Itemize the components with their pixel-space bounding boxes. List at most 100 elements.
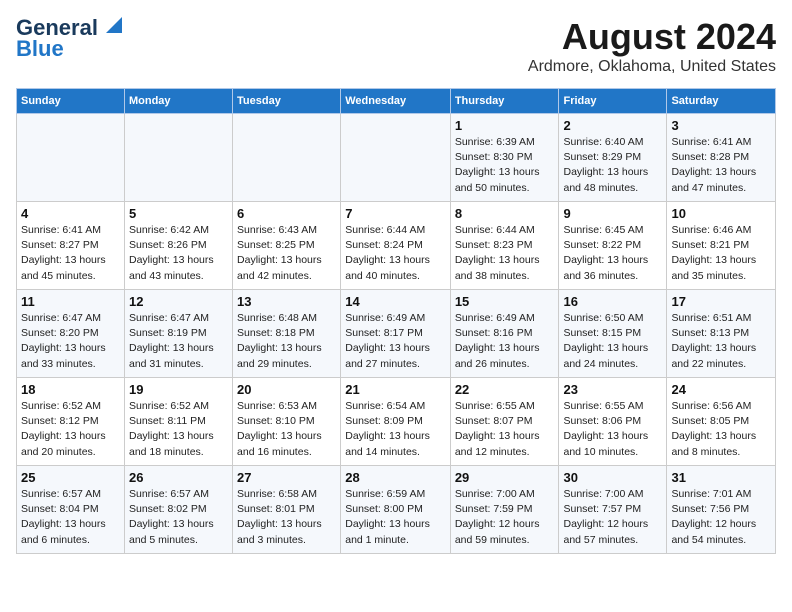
day-number: 19	[129, 382, 228, 397]
day-info: Sunrise: 6:57 AM Sunset: 8:02 PM Dayligh…	[129, 487, 228, 548]
calendar-cell: 8Sunrise: 6:44 AM Sunset: 8:23 PM Daylig…	[450, 202, 559, 290]
calendar-cell: 5Sunrise: 6:42 AM Sunset: 8:26 PM Daylig…	[124, 202, 232, 290]
day-info: Sunrise: 6:44 AM Sunset: 8:24 PM Dayligh…	[345, 223, 446, 284]
day-number: 3	[671, 118, 771, 133]
week-row: 4 Sunrise: 6:41 AM Sunset: 8:27 PM Daylig…	[17, 202, 776, 290]
day-number: 4	[21, 206, 120, 221]
calendar-cell	[17, 114, 125, 202]
day-info: Sunrise: 6:49 AM Sunset: 8:17 PM Dayligh…	[345, 311, 446, 372]
day-info: Sunrise: 6:51 AM Sunset: 8:13 PM Dayligh…	[671, 311, 771, 372]
day-info: Sunrise: 6:49 AM Sunset: 8:16 PM Dayligh…	[455, 311, 555, 372]
calendar-cell: 14 Sunrise: 6:49 AM Sunset: 8:17 PM Dayli…	[341, 290, 451, 378]
day-number: 21	[345, 382, 446, 397]
day-info: Sunrise: 7:00 AM Sunset: 7:57 PM Dayligh…	[563, 487, 662, 548]
calendar-cell: 19 Sunrise: 6:52 AM Sunset: 8:11 PM Dayli…	[124, 378, 232, 466]
calendar-cell: 17 Sunrise: 6:51 AM Sunset: 8:13 PM Dayli…	[667, 290, 776, 378]
calendar-cell: 6 Sunrise: 6:43 AM Sunset: 8:25 PM Daylig…	[233, 202, 341, 290]
calendar-cell: 23 Sunrise: 6:55 AM Sunset: 8:06 PM Dayli…	[559, 378, 667, 466]
day-number: 11	[21, 294, 120, 309]
day-info: Sunrise: 6:47 AM Sunset: 8:20 PM Dayligh…	[21, 311, 120, 372]
day-info: Sunrise: 6:41 AM Sunset: 8:27 PM Dayligh…	[21, 223, 120, 284]
day-number: 20	[237, 382, 336, 397]
calendar-cell: 24 Sunrise: 6:56 AM Sunset: 8:05 PM Dayli…	[667, 378, 776, 466]
day-info: Sunrise: 6:47 AM Sunset: 8:19 PM Dayligh…	[129, 311, 228, 372]
day-number: 31	[671, 470, 771, 485]
day-info: Sunrise: 6:43 AM Sunset: 8:25 PM Dayligh…	[237, 223, 336, 284]
calendar-cell: 21Sunrise: 6:54 AM Sunset: 8:09 PM Dayli…	[341, 378, 451, 466]
day-info: Sunrise: 6:50 AM Sunset: 8:15 PM Dayligh…	[563, 311, 662, 372]
day-info: Sunrise: 6:40 AM Sunset: 8:29 PM Dayligh…	[563, 135, 662, 196]
day-number: 22	[455, 382, 555, 397]
column-header-wednesday: Wednesday	[341, 89, 451, 114]
day-number: 29	[455, 470, 555, 485]
calendar-cell: 15 Sunrise: 6:49 AM Sunset: 8:16 PM Dayli…	[450, 290, 559, 378]
week-row: 11 Sunrise: 6:47 AM Sunset: 8:20 PM Dayli…	[17, 290, 776, 378]
day-number: 15	[455, 294, 555, 309]
day-number: 13	[237, 294, 336, 309]
column-header-saturday: Saturday	[667, 89, 776, 114]
day-number: 28	[345, 470, 446, 485]
day-number: 2	[563, 118, 662, 133]
week-row: 18 Sunrise: 6:52 AM Sunset: 8:12 PM Dayli…	[17, 378, 776, 466]
column-header-thursday: Thursday	[450, 89, 559, 114]
calendar-cell: 16 Sunrise: 6:50 AM Sunset: 8:15 PM Dayli…	[559, 290, 667, 378]
calendar-cell: 9Sunrise: 6:45 AM Sunset: 8:22 PM Daylig…	[559, 202, 667, 290]
day-number: 30	[563, 470, 662, 485]
day-number: 18	[21, 382, 120, 397]
day-number: 23	[563, 382, 662, 397]
day-info: Sunrise: 6:39 AM Sunset: 8:30 PM Dayligh…	[455, 135, 555, 196]
day-number: 8	[455, 206, 555, 221]
calendar-title: August 2024	[528, 16, 776, 58]
calendar-cell	[124, 114, 232, 202]
column-header-monday: Monday	[124, 89, 232, 114]
calendar-cell: 12 Sunrise: 6:47 AM Sunset: 8:19 PM Dayli…	[124, 290, 232, 378]
header-row: SundayMondayTuesdayWednesdayThursdayFrid…	[17, 89, 776, 114]
day-number: 26	[129, 470, 228, 485]
title-block: August 2024 Ardmore, Oklahoma, United St…	[528, 16, 776, 76]
calendar-cell: 3 Sunrise: 6:41 AM Sunset: 8:28 PM Daylig…	[667, 114, 776, 202]
day-number: 10	[671, 206, 771, 221]
day-number: 14	[345, 294, 446, 309]
day-info: Sunrise: 6:57 AM Sunset: 8:04 PM Dayligh…	[21, 487, 120, 548]
calendar-cell	[341, 114, 451, 202]
day-info: Sunrise: 7:01 AM Sunset: 7:56 PM Dayligh…	[671, 487, 771, 548]
day-info: Sunrise: 6:58 AM Sunset: 8:01 PM Dayligh…	[237, 487, 336, 548]
calendar-cell: 2 Sunrise: 6:40 AM Sunset: 8:29 PM Daylig…	[559, 114, 667, 202]
day-info: Sunrise: 6:48 AM Sunset: 8:18 PM Dayligh…	[237, 311, 336, 372]
logo-icon	[100, 15, 122, 37]
column-header-sunday: Sunday	[17, 89, 125, 114]
column-header-tuesday: Tuesday	[233, 89, 341, 114]
column-header-friday: Friday	[559, 89, 667, 114]
day-number: 5	[129, 206, 228, 221]
day-info: Sunrise: 6:55 AM Sunset: 8:06 PM Dayligh…	[563, 399, 662, 460]
calendar-subtitle: Ardmore, Oklahoma, United States	[528, 58, 776, 76]
day-info: Sunrise: 6:41 AM Sunset: 8:28 PM Dayligh…	[671, 135, 771, 196]
calendar-table: SundayMondayTuesdayWednesdayThursdayFrid…	[16, 88, 776, 554]
day-info: Sunrise: 6:52 AM Sunset: 8:11 PM Dayligh…	[129, 399, 228, 460]
day-info: Sunrise: 6:53 AM Sunset: 8:10 PM Dayligh…	[237, 399, 336, 460]
calendar-cell: 31 Sunrise: 7:01 AM Sunset: 7:56 PM Dayli…	[667, 466, 776, 554]
calendar-cell	[233, 114, 341, 202]
day-number: 17	[671, 294, 771, 309]
calendar-cell: 22Sunrise: 6:55 AM Sunset: 8:07 PM Dayli…	[450, 378, 559, 466]
day-number: 6	[237, 206, 336, 221]
logo-blue: Blue	[16, 36, 64, 62]
day-number: 12	[129, 294, 228, 309]
page-header: General Blue August 2024 Ardmore, Oklaho…	[16, 16, 776, 76]
day-number: 24	[671, 382, 771, 397]
day-info: Sunrise: 6:45 AM Sunset: 8:22 PM Dayligh…	[563, 223, 662, 284]
day-info: Sunrise: 6:52 AM Sunset: 8:12 PM Dayligh…	[21, 399, 120, 460]
day-info: Sunrise: 6:56 AM Sunset: 8:05 PM Dayligh…	[671, 399, 771, 460]
calendar-cell: 18 Sunrise: 6:52 AM Sunset: 8:12 PM Dayli…	[17, 378, 125, 466]
day-number: 1	[455, 118, 555, 133]
calendar-cell: 7Sunrise: 6:44 AM Sunset: 8:24 PM Daylig…	[341, 202, 451, 290]
day-number: 25	[21, 470, 120, 485]
day-number: 27	[237, 470, 336, 485]
day-info: Sunrise: 7:00 AM Sunset: 7:59 PM Dayligh…	[455, 487, 555, 548]
day-number: 16	[563, 294, 662, 309]
day-info: Sunrise: 6:46 AM Sunset: 8:21 PM Dayligh…	[671, 223, 771, 284]
calendar-cell: 26 Sunrise: 6:57 AM Sunset: 8:02 PM Dayli…	[124, 466, 232, 554]
calendar-cell: 27 Sunrise: 6:58 AM Sunset: 8:01 PM Dayli…	[233, 466, 341, 554]
calendar-cell: 4 Sunrise: 6:41 AM Sunset: 8:27 PM Daylig…	[17, 202, 125, 290]
calendar-cell: 20 Sunrise: 6:53 AM Sunset: 8:10 PM Dayli…	[233, 378, 341, 466]
